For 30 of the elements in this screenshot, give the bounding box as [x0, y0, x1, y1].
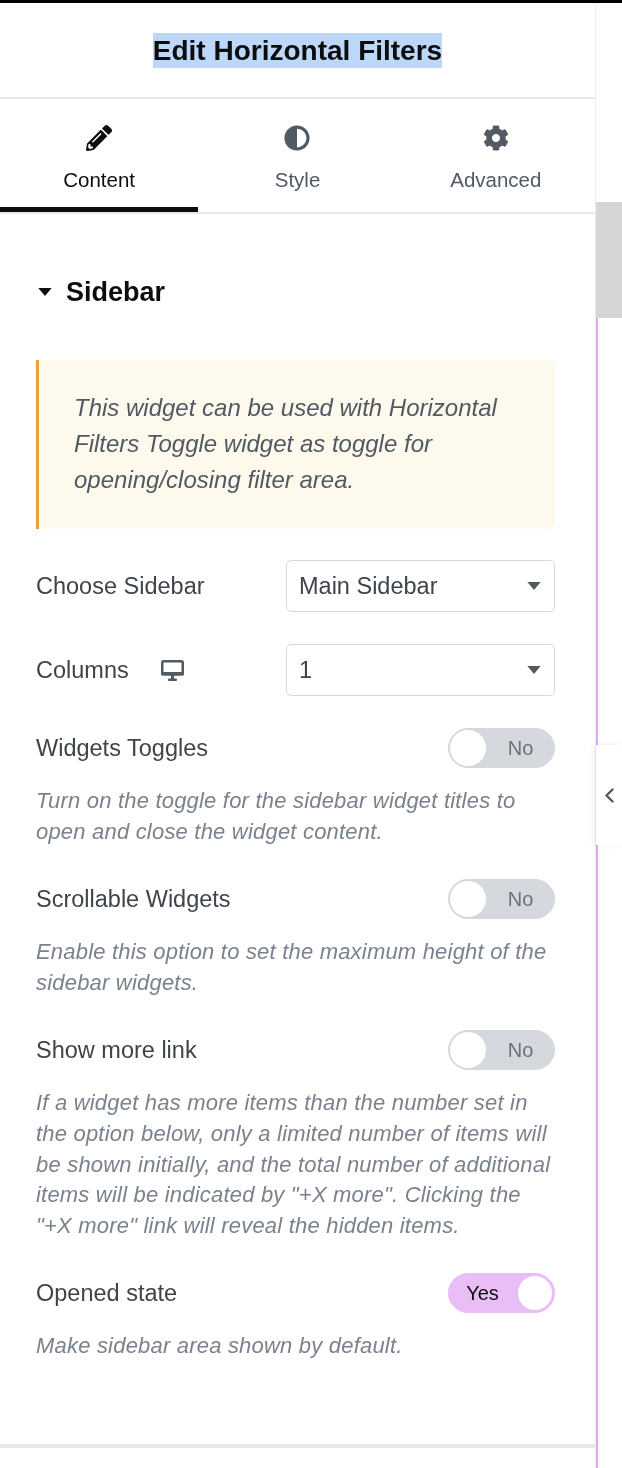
- caret-icon: [38, 288, 52, 296]
- section-toggle[interactable]: Sidebar: [36, 276, 170, 308]
- select-field[interactable]: 1: [286, 644, 555, 696]
- field-label: Choose Sidebar: [36, 572, 205, 600]
- caret-down-icon: [527, 582, 541, 590]
- field-description: Make sidebar area shown by default.: [36, 1332, 404, 1361]
- switch-knob: [516, 1274, 554, 1313]
- panel-tab[interactable]: Content: [0, 99, 199, 212]
- select-field[interactable]: Main Sidebar: [286, 560, 555, 612]
- field-label: Scrollable Widgets: [36, 885, 231, 913]
- switch-knob: [449, 729, 487, 767]
- switch-knob: [449, 1031, 487, 1070]
- field-label: Columns: [36, 656, 129, 684]
- switch-knob: [449, 880, 487, 919]
- collapse-tab[interactable]: [596, 745, 622, 845]
- field-label: Show more link: [36, 1036, 197, 1064]
- field-description: Enable this option to set the maximum height of the sidebar widgets.: [36, 938, 548, 997]
- panel-tab[interactable]: Style: [198, 99, 397, 212]
- field-label: Widgets Toggles: [36, 734, 208, 762]
- field-description: Turn on the toggle for the sidebar widget titles to open and close the widget content.: [36, 787, 517, 846]
- field-description: If a widget has more items than the number set in the option below, only a limited number of items will be shown initially, and the total number of additional items will be indicated by "+X more". Clicking the "+X more" link will reveal the hidden items.: [36, 1089, 552, 1240]
- panel-tab[interactable]: Advanced: [396, 99, 595, 212]
- field-label: Opened state: [36, 1279, 178, 1307]
- settings-icon: [482, 125, 509, 151]
- caret-down-icon: [527, 666, 541, 674]
- notice-text: This widget can be used with Horizontal Filters Toggle widget as toggle for opening/closing filter area.: [74, 393, 499, 495]
- chevron-left-icon: [604, 787, 614, 803]
- panel-title: Edit Horizontal Filters: [152, 32, 443, 68]
- pencil-icon: [86, 125, 113, 151]
- toggle-switch[interactable]: Yes: [448, 1273, 555, 1314]
